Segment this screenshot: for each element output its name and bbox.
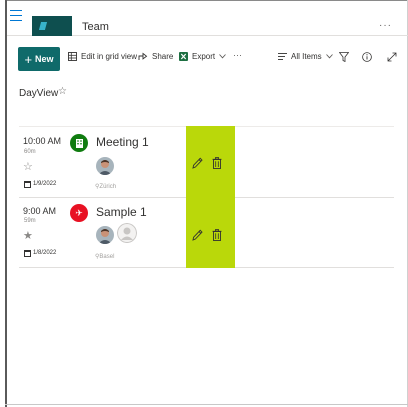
attendee-placeholder-avatar[interactable] bbox=[117, 223, 137, 243]
building-icon bbox=[70, 134, 88, 152]
pencil-icon[interactable] bbox=[192, 156, 203, 174]
event-location: ⚲Zürich bbox=[95, 183, 116, 190]
row-actions bbox=[186, 126, 235, 199]
command-bar: + New Edit in grid view Share Export ···… bbox=[7, 44, 408, 74]
menu-icon[interactable] bbox=[10, 10, 22, 22]
chevron-down-icon bbox=[325, 54, 333, 59]
view-selector[interactable]: All Items bbox=[278, 52, 333, 61]
favorite-star-icon[interactable]: ☆ bbox=[23, 160, 33, 173]
event-time: 9:00 AM bbox=[23, 206, 57, 216]
filter-button[interactable] bbox=[339, 52, 349, 62]
edit-grid-label: Edit in grid view bbox=[81, 52, 138, 61]
event-duration: 60m bbox=[24, 149, 36, 155]
favorite-star-icon[interactable]: ★ bbox=[23, 229, 33, 242]
expand-icon bbox=[387, 52, 397, 62]
list-item[interactable]: 10:00 AM 60m ☆ 1/9/2022 Meeting 1 ⚲Züric… bbox=[19, 126, 394, 199]
filter-icon bbox=[339, 52, 349, 62]
calendar-icon bbox=[24, 250, 31, 257]
more-icon[interactable]: ··· bbox=[379, 20, 392, 31]
attendee-avatar[interactable] bbox=[96, 226, 114, 244]
event-date: 1/9/2022 bbox=[33, 181, 57, 187]
page-title: DayView bbox=[19, 88, 59, 99]
location-text: Zürich bbox=[99, 184, 117, 190]
window-frame-bottom bbox=[5, 404, 408, 405]
item-title[interactable]: Meeting 1 bbox=[96, 135, 149, 149]
new-button-label: New bbox=[35, 54, 54, 64]
event-location: ⚲Basel bbox=[95, 253, 114, 260]
event-duration: 59m bbox=[24, 218, 36, 224]
pencil-icon[interactable] bbox=[192, 228, 203, 246]
list-item[interactable]: 9:00 AM 59m ★ 1/8/2022 ✈ Sample 1 ⚲Basel bbox=[19, 198, 394, 268]
export-button[interactable]: Export bbox=[179, 52, 226, 61]
excel-icon bbox=[179, 52, 188, 61]
export-label: Export bbox=[192, 52, 216, 61]
location-text: Basel bbox=[99, 254, 115, 260]
share-button[interactable]: Share bbox=[138, 52, 173, 61]
row-actions bbox=[186, 198, 235, 268]
attendee-avatar[interactable] bbox=[96, 157, 114, 175]
site-header: Team ··· bbox=[7, 1, 408, 36]
info-button[interactable] bbox=[362, 52, 372, 62]
info-icon bbox=[362, 52, 372, 62]
event-time: 10:00 AM bbox=[23, 136, 62, 146]
trash-icon[interactable] bbox=[212, 156, 222, 174]
site-title[interactable]: Team bbox=[82, 21, 109, 33]
item-title[interactable]: Sample 1 bbox=[96, 205, 147, 219]
view-label: All Items bbox=[291, 52, 322, 61]
star-outline-icon[interactable]: ☆ bbox=[58, 86, 67, 97]
plus-icon: + bbox=[24, 51, 33, 67]
airplane-icon: ✈ bbox=[70, 204, 88, 222]
view-options-icon bbox=[278, 53, 287, 60]
share-label: Share bbox=[152, 52, 174, 61]
share-icon bbox=[138, 52, 148, 60]
new-button[interactable]: + New bbox=[18, 47, 60, 71]
command-more-icon[interactable]: ··· bbox=[233, 50, 242, 60]
calendar-icon bbox=[24, 181, 31, 188]
edit-grid-button[interactable]: Edit in grid view bbox=[68, 52, 137, 61]
expand-button[interactable] bbox=[387, 52, 397, 62]
trash-icon[interactable] bbox=[212, 228, 222, 246]
grid-icon bbox=[68, 52, 77, 61]
event-date: 1/8/2022 bbox=[33, 250, 57, 256]
chevron-down-icon bbox=[219, 54, 226, 59]
site-logo[interactable] bbox=[32, 16, 72, 36]
